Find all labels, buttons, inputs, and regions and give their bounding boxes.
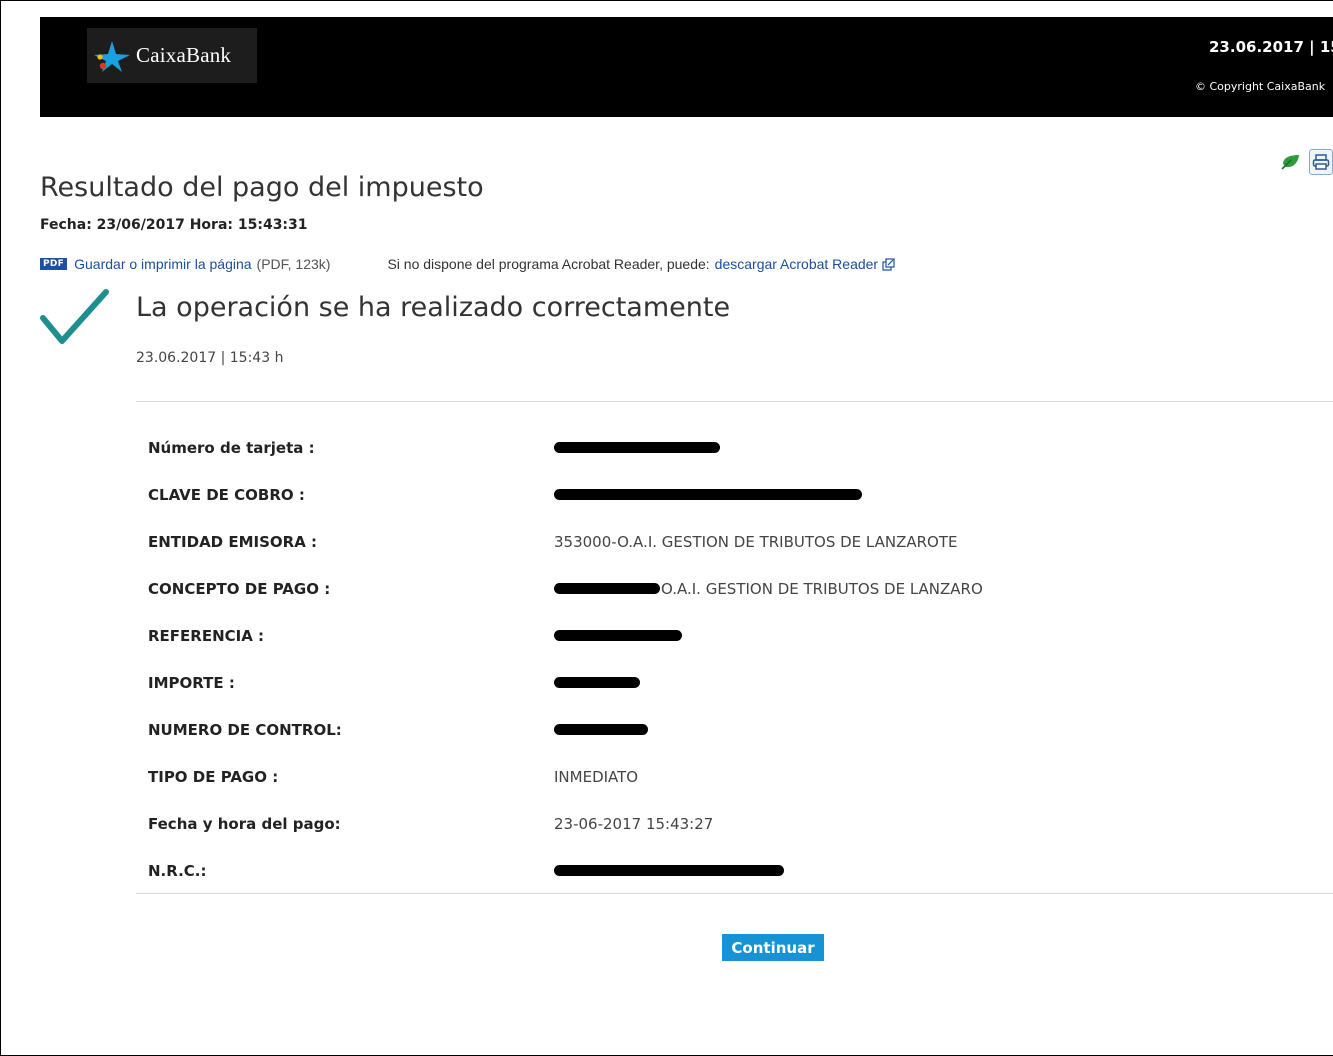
detail-label: REFERENCIA :: [148, 626, 265, 645]
detail-row-card-number: Número de tarjeta :: [148, 424, 1333, 471]
detail-value: [554, 489, 862, 500]
detail-row-importe: IMPORTE :: [148, 659, 1333, 706]
concepto-text: O.A.I. GESTION DE TRIBUTOS DE LANZARO: [661, 579, 983, 598]
printer-icon[interactable]: [1309, 149, 1333, 175]
success-message: La operación se ha realizado correctamen…: [136, 292, 731, 323]
top-header-bar: CaixaBank 23.06.2017 | 15 © Copyright Ca…: [40, 17, 1333, 117]
external-link-icon: [882, 257, 895, 271]
detail-label: N.R.C.:: [148, 861, 207, 880]
detail-value: 23-06-2017 15:43:27: [554, 814, 714, 833]
redaction-mark: [554, 442, 720, 453]
detail-label: TIPO DE PAGO :: [148, 767, 279, 786]
detail-value: [554, 865, 784, 876]
detail-label: ENTIDAD EMISORA :: [148, 532, 318, 551]
detail-label: IMPORTE :: [148, 673, 235, 692]
page-title: Resultado del pago del impuesto: [40, 172, 484, 203]
divider-bottom: [136, 893, 1333, 894]
detail-row-fecha-hora-pago: Fecha y hora del pago: 23-06-2017 15:43:…: [148, 800, 1333, 847]
detail-row-entidad-emisora: ENTIDAD EMISORA : 353000-O.A.I. GESTION …: [148, 518, 1333, 565]
detail-row-tipo-pago: TIPO DE PAGO : INMEDIATO: [148, 753, 1333, 800]
detail-value: [554, 442, 720, 453]
detail-row-clave-cobro: CLAVE DE COBRO :: [148, 471, 1333, 518]
redaction-mark: [554, 724, 648, 735]
header-datetime: 23.06.2017 | 15: [1209, 38, 1333, 56]
detail-row-concepto-pago: CONCEPTO DE PAGO : O.A.I. GESTION DE TRI…: [148, 565, 1333, 612]
payment-details: Número de tarjeta : CLAVE DE COBRO : ENT…: [148, 424, 1333, 894]
detail-value: [554, 677, 640, 688]
caixabank-logo[interactable]: CaixaBank: [87, 28, 257, 83]
detail-value: [554, 630, 682, 641]
header-copyright: © Copyright CaixaBank: [1195, 80, 1326, 93]
detail-value: [554, 724, 648, 735]
redaction-mark: [554, 630, 682, 641]
divider-top: [136, 401, 1333, 402]
detail-value: INMEDIATO: [554, 767, 639, 786]
detail-row-referencia: REFERENCIA :: [148, 612, 1333, 659]
operation-date-time: Fecha: 23/06/2017 Hora: 15:43:31: [40, 217, 308, 233]
redaction-mark: [554, 865, 784, 876]
page-tools: [1281, 149, 1333, 175]
redaction-mark: [554, 489, 862, 500]
detail-value: O.A.I. GESTION DE TRIBUTOS DE LANZARO: [554, 580, 983, 598]
detail-row-numero-control: NUMERO DE CONTROL:: [148, 706, 1333, 753]
success-datetime: 23.06.2017 | 15:43 h: [136, 350, 284, 366]
pdf-size-note: (PDF, 123k): [256, 256, 331, 272]
success-check-icon: [40, 289, 109, 344]
download-acrobat-link[interactable]: descargar Acrobat Reader: [715, 256, 878, 272]
detail-label: NUMERO DE CONTROL:: [148, 720, 342, 739]
detail-label: Número de tarjeta :: [148, 438, 315, 457]
redaction-mark: [554, 583, 660, 594]
pdf-row: PDF Guardar o imprimir la página (PDF, 1…: [40, 256, 895, 272]
detail-label: CONCEPTO DE PAGO :: [148, 579, 331, 598]
redaction-mark: [554, 677, 640, 688]
detail-row-nrc: N.R.C.:: [148, 847, 1333, 894]
star-logo-icon: [94, 40, 130, 72]
detail-label: Fecha y hora del pago:: [148, 814, 341, 833]
acrobat-note: Si no dispone del programa Acrobat Reade…: [387, 256, 710, 272]
detail-label: CLAVE DE COBRO :: [148, 485, 305, 504]
save-print-pdf-link[interactable]: Guardar o imprimir la página: [74, 256, 251, 272]
continue-button[interactable]: Continuar: [722, 934, 824, 961]
pdf-icon: PDF: [40, 258, 68, 270]
logo-text: CaixaBank: [136, 43, 232, 67]
detail-value: 353000-O.A.I. GESTION DE TRIBUTOS DE LAN…: [554, 532, 958, 551]
leaf-icon[interactable]: [1281, 149, 1301, 175]
